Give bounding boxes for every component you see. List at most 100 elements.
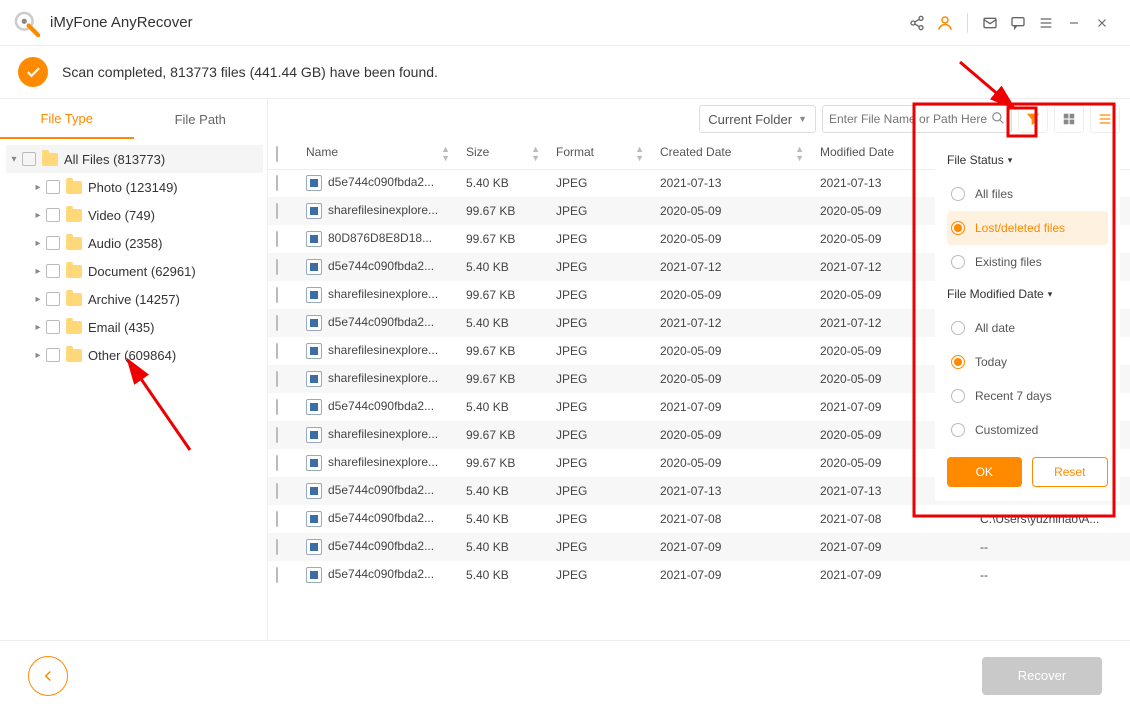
table-row[interactable]: d5e744c090fbda2...5.40 KBJPEG2021-07-082… [268, 505, 1130, 533]
feedback-icon[interactable] [1004, 9, 1032, 37]
tab-file-type[interactable]: File Type [0, 99, 134, 139]
row-checkbox[interactable] [276, 371, 278, 387]
chevron-right-icon[interactable]: ▸ [30, 210, 46, 221]
share-icon[interactable] [903, 9, 931, 37]
cell-created: 2020-05-09 [652, 421, 812, 449]
cell-size: 99.67 KB [458, 225, 548, 253]
tree-item[interactable]: ▸ Other (609864) [30, 341, 263, 369]
chevron-right-icon[interactable]: ▸ [30, 322, 46, 333]
row-checkbox[interactable] [276, 315, 278, 331]
filter-reset-button[interactable]: Reset [1032, 457, 1109, 487]
chevron-right-icon[interactable]: ▸ [30, 294, 46, 305]
row-checkbox[interactable] [276, 287, 278, 303]
checkbox[interactable] [46, 292, 60, 306]
filter-date-title[interactable]: File Modified Date ▾ [947, 287, 1108, 301]
tab-file-path[interactable]: File Path [134, 99, 268, 139]
tree-item[interactable]: ▸Audio (2358) [30, 229, 263, 257]
tree-item[interactable]: ▸Photo (123149) [30, 173, 263, 201]
col-modified[interactable]: Modified Date [820, 145, 894, 159]
row-checkbox[interactable] [276, 231, 278, 247]
row-checkbox[interactable] [276, 455, 278, 471]
cell-size: 5.40 KB [458, 477, 548, 505]
tree-item[interactable]: ▸Archive (14257) [30, 285, 263, 313]
checkbox[interactable] [46, 320, 60, 334]
file-icon [306, 511, 322, 527]
file-icon [306, 259, 322, 275]
select-all-checkbox[interactable] [276, 146, 278, 162]
checkbox[interactable] [46, 348, 60, 362]
col-format[interactable]: Format [556, 145, 594, 159]
search-input[interactable] [829, 112, 991, 126]
tree-item[interactable]: ▸Document (62961) [30, 257, 263, 285]
folder-icon [66, 293, 82, 306]
filter-status-all[interactable]: All files [947, 177, 1108, 211]
checkbox[interactable] [46, 208, 60, 222]
tree-item-label: Other (609864) [88, 348, 176, 363]
cell-format: JPEG [548, 365, 652, 393]
account-icon[interactable] [931, 9, 959, 37]
checkbox[interactable] [22, 152, 36, 166]
back-button[interactable] [28, 656, 68, 696]
cell-created: 2020-05-09 [652, 225, 812, 253]
chevron-right-icon[interactable]: ▸ [30, 182, 46, 193]
tree-root[interactable]: ▾ All Files (813773) [6, 145, 263, 173]
row-checkbox[interactable] [276, 427, 278, 443]
chevron-down-icon[interactable]: ▾ [6, 154, 22, 165]
chevron-down-icon: ▾ [1048, 289, 1053, 300]
folder-icon [66, 349, 82, 362]
file-icon [306, 399, 322, 415]
cell-format: JPEG [548, 533, 652, 561]
cell-size: 5.40 KB [458, 253, 548, 281]
cell-created: 2020-05-09 [652, 337, 812, 365]
row-checkbox[interactable] [276, 567, 278, 583]
folder-icon [66, 181, 82, 194]
row-checkbox[interactable] [276, 539, 278, 555]
cell-format: JPEG [548, 281, 652, 309]
filter-date-custom[interactable]: Customized [947, 413, 1108, 447]
mail-icon[interactable] [976, 9, 1004, 37]
row-checkbox[interactable] [276, 175, 278, 191]
col-size[interactable]: Size [466, 145, 489, 159]
filter-button[interactable] [1018, 105, 1048, 133]
search-icon[interactable] [991, 111, 1005, 128]
table-row[interactable]: d5e744c090fbda2...5.40 KBJPEG2021-07-092… [268, 561, 1130, 589]
menu-icon[interactable] [1032, 9, 1060, 37]
app-logo [12, 9, 40, 37]
grid-view-button[interactable] [1054, 105, 1084, 133]
filter-date-recent7[interactable]: Recent 7 days [947, 379, 1108, 413]
table-row[interactable]: d5e744c090fbda2...5.40 KBJPEG2021-07-092… [268, 533, 1130, 561]
scope-dropdown[interactable]: Current Folder ▼ [699, 105, 816, 133]
row-checkbox[interactable] [276, 259, 278, 275]
close-icon[interactable] [1088, 9, 1116, 37]
chevron-right-icon[interactable]: ▸ [30, 350, 46, 361]
list-view-button[interactable] [1090, 105, 1120, 133]
filter-ok-button[interactable]: OK [947, 457, 1022, 487]
file-icon [306, 567, 322, 583]
file-icon [306, 427, 322, 443]
filter-date-today[interactable]: Today [947, 345, 1108, 379]
row-checkbox[interactable] [276, 343, 278, 359]
row-checkbox[interactable] [276, 483, 278, 499]
minimize-icon[interactable] [1060, 9, 1088, 37]
filter-status-lost[interactable]: Lost/deleted files [947, 211, 1108, 245]
search-box[interactable] [822, 105, 1012, 133]
row-checkbox[interactable] [276, 203, 278, 219]
tree-item[interactable]: ▸Email (435) [30, 313, 263, 341]
filter-date-all[interactable]: All date [947, 311, 1108, 345]
chevron-right-icon[interactable]: ▸ [30, 266, 46, 277]
recover-button[interactable]: Recover [982, 657, 1102, 695]
tree-item[interactable]: ▸Video (749) [30, 201, 263, 229]
file-icon [306, 287, 322, 303]
row-checkbox[interactable] [276, 511, 278, 527]
chevron-down-icon: ▼ [798, 114, 807, 124]
checkbox[interactable] [46, 180, 60, 194]
checkbox[interactable] [46, 264, 60, 278]
col-created[interactable]: Created Date [660, 145, 731, 159]
col-name[interactable]: Name [306, 145, 338, 159]
checkbox[interactable] [46, 236, 60, 250]
row-checkbox[interactable] [276, 399, 278, 415]
filter-status-existing[interactable]: Existing files [947, 245, 1108, 279]
filter-status-title[interactable]: File Status ▾ [947, 153, 1108, 167]
scope-label: Current Folder [708, 112, 792, 127]
chevron-right-icon[interactable]: ▸ [30, 238, 46, 249]
